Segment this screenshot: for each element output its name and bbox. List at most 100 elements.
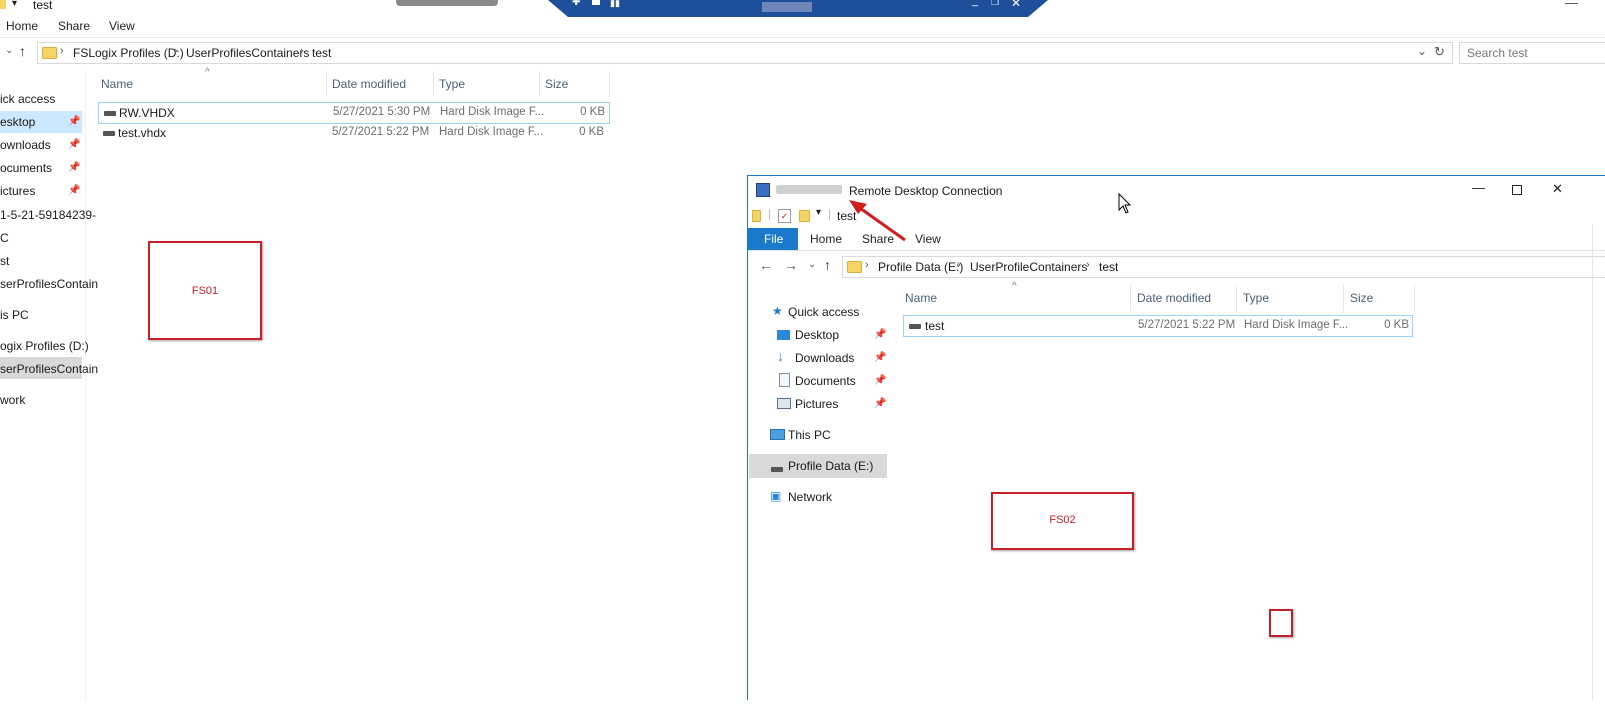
file-date: 5/27/2021 5:22 PM <box>1138 319 1236 331</box>
search-box[interactable]: Search test <box>1459 42 1605 64</box>
pin-icon[interactable]: 📌 <box>874 398 886 409</box>
close-icon[interactable]: ✕ <box>1552 181 1563 197</box>
nav-item-downloads[interactable]: Downloads <box>795 351 854 365</box>
breadcrumb-item[interactable]: UserProfilesContainers <box>186 46 309 60</box>
nav-item-documents[interactable]: ocuments <box>0 161 52 175</box>
file-size: 0 KB <box>580 106 605 118</box>
qat-dropdown-icon[interactable]: ▾ <box>12 0 17 9</box>
properties-icon[interactable]: ✓ <box>778 209 791 223</box>
column-header-size[interactable]: Size <box>1350 291 1373 305</box>
file-type: Hard Disk Image F... <box>439 126 544 138</box>
maximize-icon[interactable] <box>1512 185 1522 195</box>
breadcrumb-item[interactable]: test <box>1099 260 1118 274</box>
nav-item-documents[interactable]: Documents <box>795 374 856 388</box>
scrollbar-track[interactable] <box>1592 224 1593 700</box>
table-row[interactable]: test.vhdx 5/27/2021 5:22 PM Hard Disk Im… <box>98 123 608 143</box>
nav-item-c[interactable]: C <box>0 231 9 245</box>
nav-item-userprofilescontainers-drive[interactable]: serProfilesContain <box>0 362 98 376</box>
nav-item-quick-access[interactable]: ick access <box>0 92 55 106</box>
pin-icon[interactable]: 📌 <box>874 352 886 363</box>
breadcrumb-item[interactable]: FSLogix Profiles (D:) <box>73 46 184 60</box>
forward-arrow-icon[interactable]: → <box>784 257 798 273</box>
column-header-name[interactable]: Name <box>101 77 133 91</box>
breadcrumb-item[interactable]: Profile Data (E:) <box>878 260 963 274</box>
annotation-box-fs02: FS02 <box>991 492 1134 550</box>
table-row[interactable]: test 5/27/2021 5:22 PM Hard Disk Image F… <box>903 315 1413 337</box>
pin-icon[interactable]: 📌 <box>874 375 886 386</box>
column-header-date[interactable]: Date modified <box>332 77 406 91</box>
up-arrow-icon[interactable]: ↑ <box>19 43 26 59</box>
breadcrumb-item[interactable]: UserProfileContainers <box>970 260 1087 274</box>
nav-item-profile-data[interactable]: Profile Data (E:) <box>788 459 873 473</box>
minimize-icon[interactable]: — <box>1472 180 1485 195</box>
address-bar[interactable]: › FSLogix Profiles (D:) › UserProfilesCo… <box>37 42 1453 64</box>
nav-item-network[interactable]: work <box>0 393 25 407</box>
file-name[interactable]: RW.VHDX <box>119 106 175 120</box>
nav-item-userprofilescontainers[interactable]: serProfilesContain <box>0 277 98 291</box>
qat-dropdown-icon[interactable]: ▾ <box>816 207 821 218</box>
tab-view[interactable]: View <box>109 19 135 33</box>
rdc-connection-bar[interactable]: ✚ ▮▮ _ ❐ ✕ <box>548 0 1048 17</box>
file-name[interactable]: test.vhdx <box>118 126 166 140</box>
tab-home[interactable]: Home <box>810 232 842 246</box>
nav-item-fslogix-drive[interactable]: ogix Profiles (D:) <box>0 339 89 353</box>
sort-ascending-icon: ^ <box>205 67 210 78</box>
nav-item-sid-folder[interactable]: 1-5-21-59184239- <box>0 208 96 222</box>
folder-icon <box>42 47 57 59</box>
nav-item-pictures[interactable]: Pictures <box>795 397 838 411</box>
column-header-name[interactable]: Name <box>905 291 937 305</box>
nav-item-downloads[interactable]: ownloads <box>0 138 51 152</box>
pin-icon[interactable]: 📌 <box>68 116 80 127</box>
restore-icon[interactable]: ❐ <box>991 0 999 8</box>
column-header-size[interactable]: Size <box>545 77 568 91</box>
tab-home[interactable]: Home <box>6 19 38 33</box>
table-row[interactable]: RW.VHDX 5/27/2021 5:30 PM Hard Disk Imag… <box>98 102 610 124</box>
refresh-icon[interactable]: ↻ <box>1434 44 1445 60</box>
breadcrumb-item[interactable]: test <box>312 46 331 60</box>
tab-view[interactable]: View <box>915 232 941 246</box>
close-icon[interactable]: ✕ <box>1011 0 1021 10</box>
pin-icon[interactable]: 📌 <box>68 139 80 150</box>
file-type: Hard Disk Image F... <box>1244 319 1349 331</box>
pin-icon[interactable]: 📌 <box>68 185 80 196</box>
nav-item-test[interactable]: st <box>0 254 9 268</box>
back-arrow-icon[interactable]: ← <box>759 257 773 273</box>
minimize-icon[interactable]: _ <box>972 0 978 7</box>
nav-item-quick-access[interactable]: Quick access <box>788 305 859 319</box>
pictures-icon <box>777 398 791 409</box>
chevron-right-icon: › <box>174 45 178 57</box>
recent-locations-icon[interactable]: ⌄ <box>808 259 816 270</box>
pin-icon[interactable]: 📌 <box>874 329 886 340</box>
column-header-type[interactable]: Type <box>1243 291 1269 305</box>
nav-item-network[interactable]: Network <box>788 490 832 504</box>
nav-item-desktop[interactable]: esktop <box>0 115 35 129</box>
nav-item-pictures[interactable]: ictures <box>0 184 35 198</box>
recent-locations-icon[interactable]: ⌄ <box>5 45 13 56</box>
column-header-date[interactable]: Date modified <box>1137 291 1211 305</box>
address-bar[interactable]: › Profile Data (E:) › UserProfileContain… <box>842 256 1605 278</box>
lock-icon <box>592 0 600 5</box>
nav-item-desktop[interactable]: Desktop <box>795 328 839 342</box>
tab-share[interactable]: Share <box>862 232 894 246</box>
toolbar-separator: | <box>768 207 772 221</box>
toolbar-separator: | <box>828 207 832 221</box>
pin-icon[interactable]: ✚ <box>572 0 580 8</box>
new-folder-icon[interactable] <box>799 210 810 222</box>
host-navigation-pane: ick access esktop 📌 ownloads 📌 ocuments … <box>0 70 98 700</box>
remote-desktop-window: Remote Desktop Connection — ✕ | ✓ ▾ | te… <box>747 175 1605 700</box>
minimize-icon[interactable]: — <box>1565 0 1578 10</box>
ribbon-divider <box>0 37 1605 38</box>
nav-item-this-pc[interactable]: This PC <box>788 428 831 442</box>
column-header-type[interactable]: Type <box>439 77 465 91</box>
chevron-down-icon[interactable]: ⌄ <box>1417 44 1427 58</box>
search-placeholder[interactable]: Search test <box>1467 46 1528 60</box>
tab-share[interactable]: Share <box>58 19 90 33</box>
up-arrow-icon[interactable]: ↑ <box>824 257 831 273</box>
nav-item-this-pc[interactable]: is PC <box>0 308 29 322</box>
rdc-pin-bar[interactable] <box>396 0 498 6</box>
tab-file[interactable]: File <box>748 228 798 250</box>
file-name[interactable]: test <box>925 319 944 333</box>
pin-icon[interactable]: 📌 <box>68 162 80 173</box>
tab-file-label[interactable]: File <box>764 232 783 246</box>
annotation-label: FS02 <box>1049 514 1076 526</box>
